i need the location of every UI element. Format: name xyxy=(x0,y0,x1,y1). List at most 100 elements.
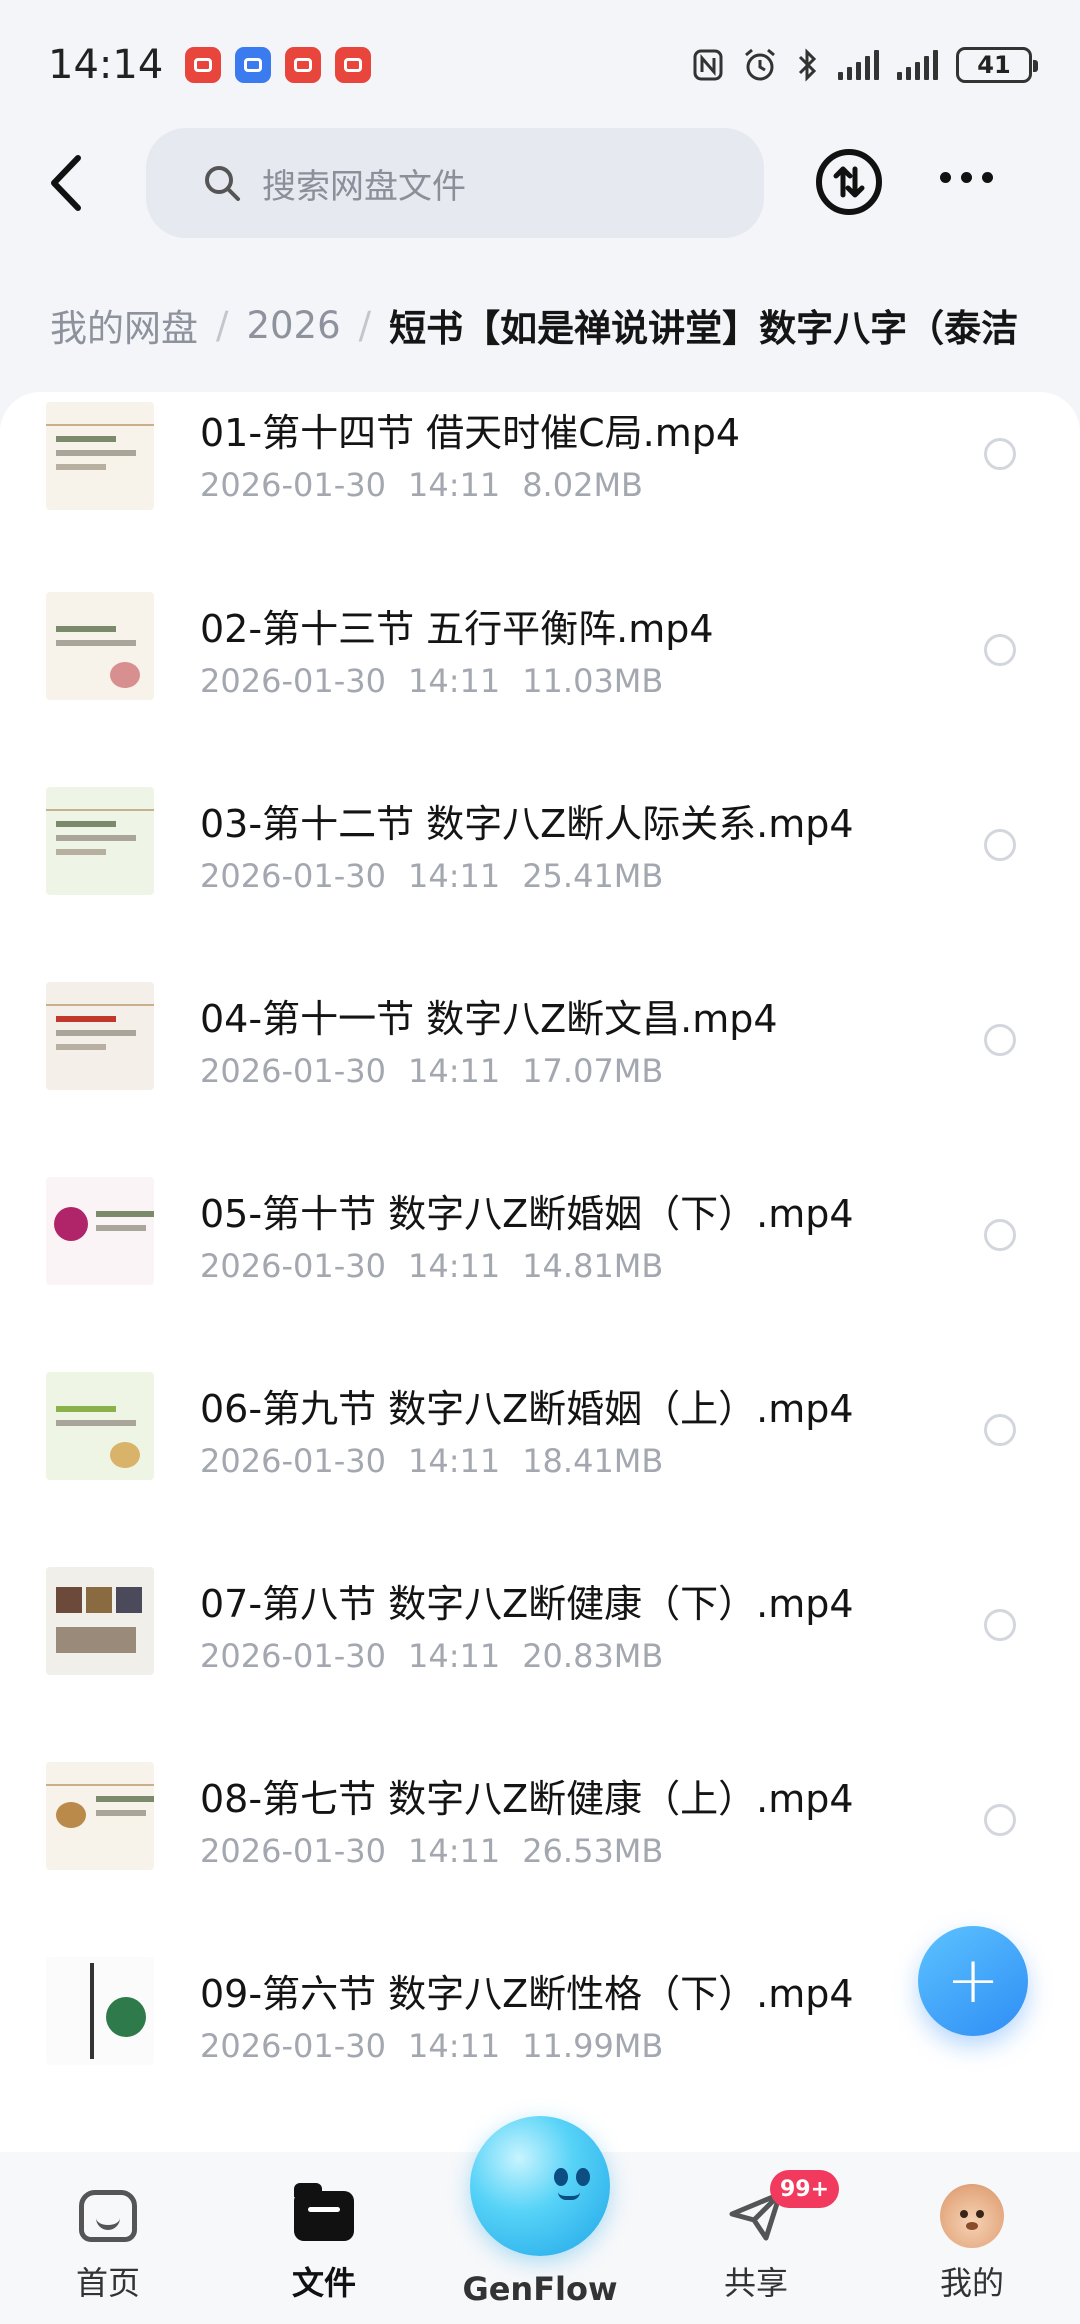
alarm-icon xyxy=(745,48,775,81)
file-name: 05-第十节 数字八Z断婚姻（下）.mp4 xyxy=(200,1192,854,1236)
signal-icon xyxy=(897,50,938,80)
nav-item-me[interactable]: 我的 xyxy=(864,2152,1080,2324)
paper-plane-icon: 99+ xyxy=(724,2170,840,2248)
avatar-icon xyxy=(940,2184,1004,2248)
status-bar: 14:14 41 xyxy=(0,0,1080,130)
breadcrumb-separator: / xyxy=(358,303,372,347)
nav-item-files[interactable]: 文件 xyxy=(216,2152,432,2324)
file-name: 03-第十二节 数字八Z断人际关系.mp4 xyxy=(200,802,854,846)
plus-icon: + xyxy=(946,1944,1000,2018)
notification-icons xyxy=(185,47,372,83)
more-icon[interactable] xyxy=(940,172,993,183)
breadcrumb-item-2026[interactable]: 2026 xyxy=(246,304,340,347)
video-thumbnail xyxy=(46,787,154,895)
back-icon[interactable] xyxy=(40,150,100,216)
file-size: 11.03MB xyxy=(522,662,664,700)
select-radio[interactable] xyxy=(984,438,1016,470)
signal-icon xyxy=(838,50,879,80)
top-bar: 搜索网盘文件 xyxy=(0,128,1080,238)
file-meta: 2026-01-30 14:11 11.99MB xyxy=(200,2027,663,2065)
list-item[interactable]: 03-第十二节 数字八Z断人际关系.mp4 2026-01-30 14:11 25.… xyxy=(0,757,1080,952)
nav-label: GenFlow xyxy=(462,2270,618,2308)
nav-label: 首页 xyxy=(75,2264,140,2302)
file-meta: 2026-01-30 14:11 20.83MB xyxy=(200,1637,663,1675)
file-name: 04-第十一节 数字八Z断文昌.mp4 xyxy=(200,997,778,1041)
file-list: 01-第十四节 借天时催C局.mp4 2026-01-30 14:11 8.02MB… xyxy=(0,392,1080,2152)
breadcrumb-item-root[interactable]: 我的网盘 xyxy=(50,298,198,352)
file-meta: 2026-01-30 14:11 18.41MB xyxy=(200,1442,663,1480)
file-name: 06-第九节 数字八Z断婚姻（上）.mp4 xyxy=(200,1387,854,1431)
list-item[interactable]: 02-第十三节 五行平衡阵.mp4 2026-01-30 14:11 11.03MB xyxy=(0,562,1080,757)
file-name: 02-第十三节 五行平衡阵.mp4 xyxy=(200,607,714,651)
select-radio[interactable] xyxy=(984,829,1016,861)
video-thumbnail xyxy=(46,1762,154,1870)
list-item[interactable]: 08-第七节 数字八Z断健康（上）.mp4 2026-01-30 14:11 26.… xyxy=(0,1732,1080,1927)
notification-badge: 99+ xyxy=(770,2170,840,2208)
nav-item-home[interactable]: 首页 xyxy=(0,2152,216,2324)
file-size: 25.41MB xyxy=(522,857,664,895)
red-app-icon xyxy=(285,47,322,83)
huawei-store-icon xyxy=(185,47,222,83)
transfer-icon[interactable] xyxy=(816,149,882,215)
file-date: 2026-01-30 xyxy=(200,466,386,504)
select-radio[interactable] xyxy=(984,1024,1016,1056)
status-time: 14:14 xyxy=(48,42,164,88)
file-size: 11.99MB xyxy=(522,2027,664,2065)
list-item[interactable]: 01-第十四节 借天时催C局.mp4 2026-01-30 14:11 8.02MB xyxy=(0,392,1080,562)
file-time: 14:11 xyxy=(407,662,501,700)
list-item[interactable]: 05-第十节 数字八Z断婚姻（下）.mp4 2026-01-30 14:11 14.… xyxy=(0,1147,1080,1342)
list-item[interactable]: 04-第十一节 数字八Z断文昌.mp4 2026-01-30 14:11 17.07… xyxy=(0,952,1080,1147)
file-date: 2026-01-30 xyxy=(200,662,386,700)
file-name: 07-第八节 数字八Z断健康（下）.mp4 xyxy=(200,1582,854,1626)
add-button[interactable]: + xyxy=(918,1926,1028,2036)
select-radio[interactable] xyxy=(984,1219,1016,1251)
nav-item-genflow[interactable]: GenFlow xyxy=(432,2116,648,2324)
file-date: 2026-01-30 xyxy=(200,857,386,895)
file-size: 8.02MB xyxy=(522,466,643,504)
battery-indicator: 41 xyxy=(956,47,1038,83)
file-time: 14:11 xyxy=(407,1637,501,1675)
file-name: 09-第六节 数字八Z断性格（下）.mp4 xyxy=(200,1972,854,2016)
file-time: 14:11 xyxy=(407,1247,501,1285)
file-meta: 2026-01-30 14:11 26.53MB xyxy=(200,1832,663,1870)
bluetooth-icon xyxy=(798,48,817,82)
list-item[interactable]: 07-第八节 数字八Z断健康（下）.mp4 2026-01-30 14:11 20.… xyxy=(0,1537,1080,1732)
list-item[interactable]: 06-第九节 数字八Z断婚姻（上）.mp4 2026-01-30 14:11 18.… xyxy=(0,1342,1080,1537)
select-radio[interactable] xyxy=(984,634,1016,666)
file-date: 2026-01-30 xyxy=(200,1247,386,1285)
video-thumbnail xyxy=(46,1372,154,1480)
select-radio[interactable] xyxy=(984,1414,1016,1446)
file-size: 17.07MB xyxy=(522,1052,664,1090)
file-time: 14:11 xyxy=(407,1442,501,1480)
select-radio[interactable] xyxy=(984,1609,1016,1641)
nav-label: 我的 xyxy=(939,2264,1004,2302)
file-size: 26.53MB xyxy=(522,1832,664,1870)
video-thumbnail xyxy=(46,1957,154,2065)
nav-item-share[interactable]: 99+ 共享 xyxy=(648,2152,864,2324)
qq-browser-icon xyxy=(235,47,272,83)
file-time: 14:11 xyxy=(407,466,501,504)
file-size: 20.83MB xyxy=(522,1637,664,1675)
file-date: 2026-01-30 xyxy=(200,1052,386,1090)
file-time: 14:11 xyxy=(407,2027,501,2065)
genflow-orb-icon xyxy=(470,2116,610,2256)
nav-label: 共享 xyxy=(723,2264,788,2302)
transfer-arrows-icon xyxy=(833,166,865,198)
file-date: 2026-01-30 xyxy=(200,1832,386,1870)
video-thumbnail xyxy=(46,982,154,1090)
search-input[interactable]: 搜索网盘文件 xyxy=(146,128,764,238)
file-date: 2026-01-30 xyxy=(200,2027,386,2065)
list-item[interactable]: 09-第六节 数字八Z断性格（下）.mp4 2026-01-30 14:11 11.… xyxy=(0,1927,1080,2122)
video-thumbnail xyxy=(46,592,154,700)
search-placeholder: 搜索网盘文件 xyxy=(262,166,466,207)
video-thumbnail xyxy=(46,1177,154,1285)
select-radio[interactable] xyxy=(984,1804,1016,1836)
file-time: 14:11 xyxy=(407,1832,501,1870)
file-size: 18.41MB xyxy=(522,1442,664,1480)
breadcrumb-current: 短书【如是禅说讲堂】数字八字（泰洁 xyxy=(389,307,1019,350)
file-name: 01-第十四节 借天时催C局.mp4 xyxy=(200,411,741,455)
folder-icon xyxy=(292,2183,356,2248)
file-meta: 2026-01-30 14:11 14.81MB xyxy=(200,1247,663,1285)
file-size: 14.81MB xyxy=(522,1247,664,1285)
file-date: 2026-01-30 xyxy=(200,1637,386,1675)
